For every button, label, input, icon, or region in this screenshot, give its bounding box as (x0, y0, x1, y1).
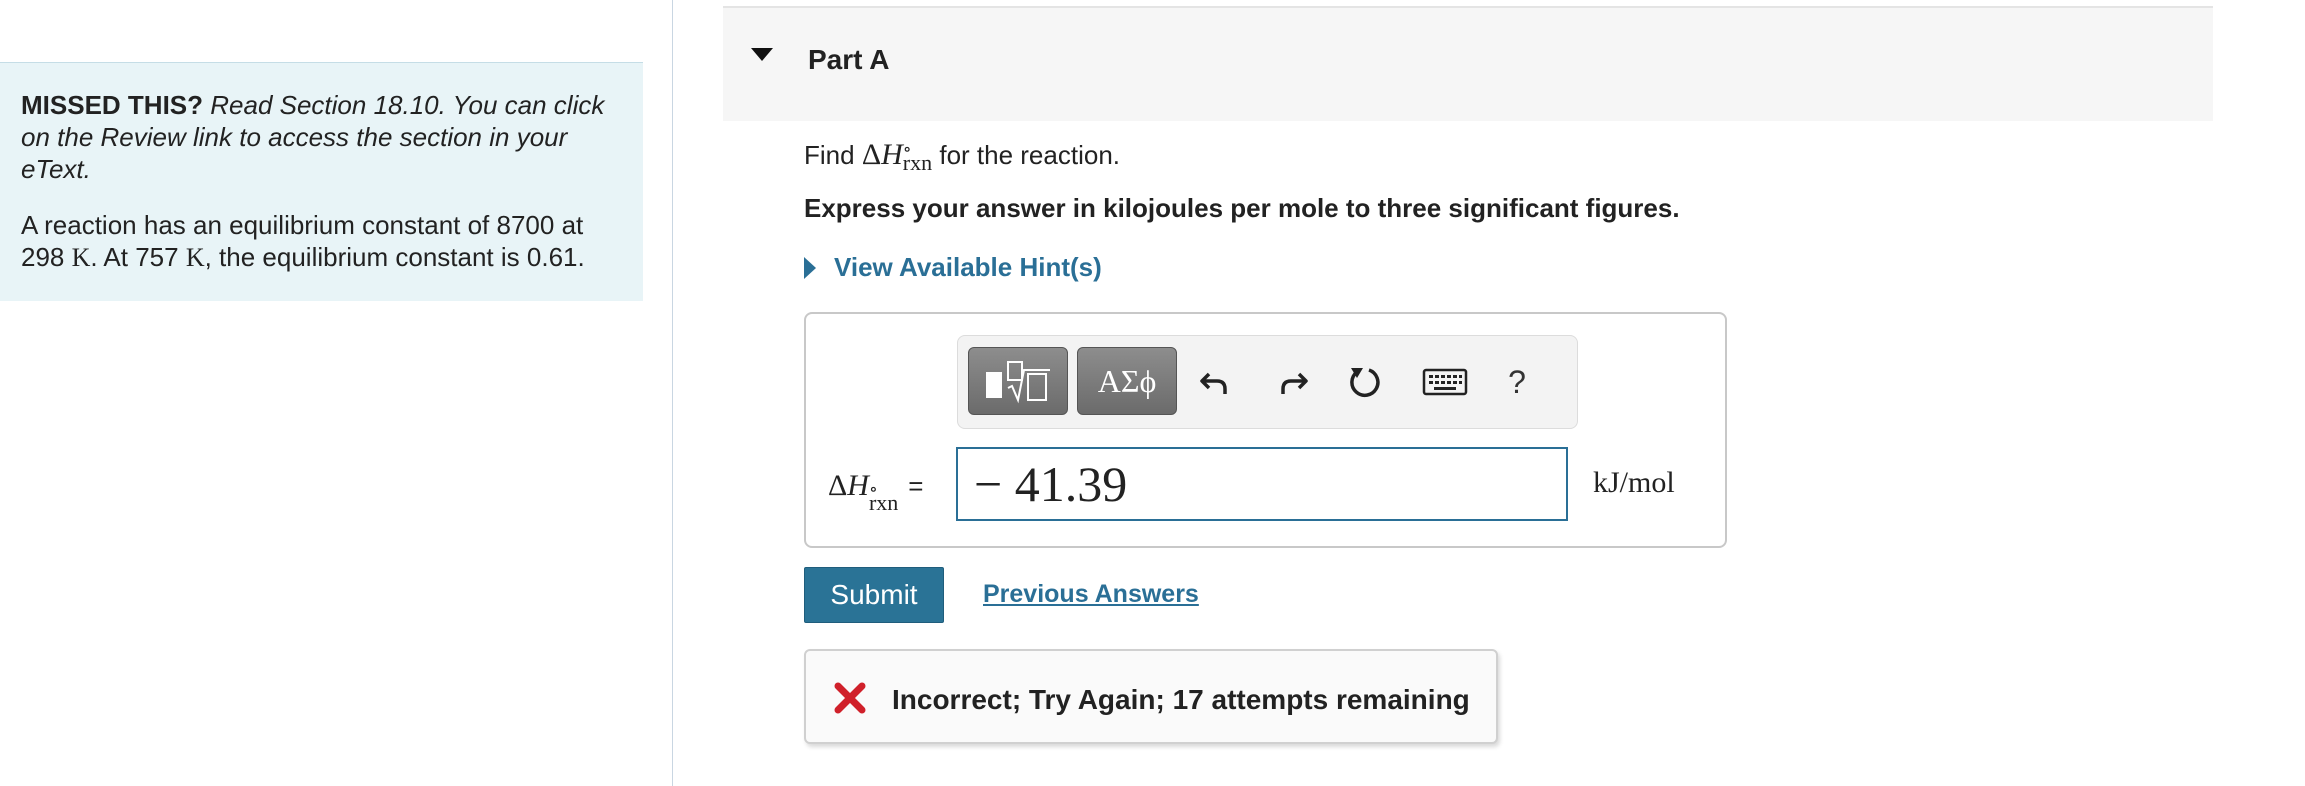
missed-this-note: MISSED THIS? Read Section 18.10. You can… (21, 89, 623, 185)
feedback-text: Incorrect; Try Again; 17 attempts remain… (892, 684, 1470, 715)
x-mark-icon (834, 682, 866, 719)
equals-sign: = (908, 471, 924, 501)
part-title: Part A (808, 44, 890, 75)
caret-right-icon (804, 256, 816, 279)
symbols-button[interactable]: ΑΣϕ (1077, 347, 1177, 415)
prompt-pre: Find (804, 140, 855, 170)
previous-answers-link[interactable]: Previous Answers (983, 580, 1199, 609)
math-toolbar: ΑΣϕ ? (957, 335, 1578, 429)
reaction-mid: . At 757 (90, 242, 179, 272)
answer-instruction: Express your answer in kilojoules per mo… (804, 193, 1680, 223)
help-button[interactable]: ? (1497, 362, 1537, 402)
reaction-post: , the equilibrium constant is 0.61. (204, 242, 585, 272)
hint-label: View Available Hint(s) (834, 252, 1102, 282)
reset-icon (1350, 368, 1380, 398)
problem-info-box: MISSED THIS? Read Section 18.10. You can… (0, 62, 643, 301)
unit-label: kJ/mol (1593, 466, 1675, 499)
left-column: MISSED THIS? Read Section 18.10. You can… (0, 0, 673, 786)
reset-button[interactable] (1345, 362, 1385, 402)
delta-symbol: Δ (861, 138, 882, 171)
question-prompt: Find ΔH ∘ rxn for the reaction. (804, 138, 1120, 176)
enthalpy-symbol: ΔH ∘ rxn (861, 138, 933, 176)
undo-icon (1200, 372, 1227, 394)
templates-button[interactable] (968, 347, 1068, 415)
prompt-post: for the reaction. (939, 140, 1120, 170)
answer-input[interactable]: − 41.39 (956, 447, 1568, 521)
kelvin-unit: K (71, 243, 91, 272)
redo-icon (1281, 372, 1308, 394)
keyboard-icon (1422, 368, 1468, 396)
redo-button[interactable] (1273, 362, 1313, 402)
missed-label: MISSED THIS? (21, 90, 204, 120)
caret-down-icon[interactable] (751, 48, 773, 67)
view-hints-link[interactable]: View Available Hint(s) (804, 252, 1102, 283)
keyboard-button[interactable] (1420, 362, 1470, 402)
feedback-box: Incorrect; Try Again; 17 attempts remain… (804, 649, 1498, 744)
templates-icon (986, 361, 1050, 404)
kelvin-unit: K (185, 243, 205, 272)
part-header[interactable]: Part A (723, 6, 2213, 121)
answer-label: Δ H ∘ rxn = (828, 469, 924, 515)
submit-button[interactable]: Submit (804, 567, 944, 623)
undo-button[interactable] (1195, 362, 1235, 402)
answer-box: ΑΣϕ ? Δ H ∘ rxn = − 41.39 kJ/mol (804, 312, 1727, 548)
rxn-subscript: rxn (868, 490, 899, 515)
reaction-statement: A reaction has an equilibrium constant o… (21, 209, 623, 274)
delta-symbol: Δ (828, 469, 848, 502)
rxn-subscript: rxn (902, 150, 933, 176)
h-symbol: H (881, 138, 903, 171)
h-symbol: H (847, 469, 869, 502)
